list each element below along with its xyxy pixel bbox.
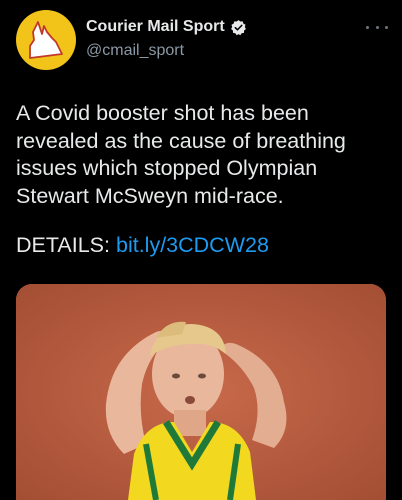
account-handle[interactable]: @cmail_sport <box>86 42 184 60</box>
tweet-text: A Covid booster shot has been revealed a… <box>16 101 346 208</box>
avatar[interactable] <box>16 10 76 70</box>
details-link[interactable]: bit.ly/3CDCW28 <box>116 233 269 257</box>
queensland-map-logo-icon <box>29 21 63 59</box>
more-options-icon[interactable] <box>366 22 388 32</box>
tweet-media-image[interactable] <box>16 284 386 500</box>
athlete-photo <box>16 284 386 500</box>
verified-badge-icon <box>230 19 246 35</box>
tweet-details-line: DETAILS: bit.ly/3CDCW28 <box>16 232 269 259</box>
account-name-row[interactable]: Courier Mail Sport <box>86 18 247 36</box>
display-name[interactable]: Courier Mail Sport <box>86 18 225 36</box>
details-label: DETAILS: <box>16 233 110 257</box>
